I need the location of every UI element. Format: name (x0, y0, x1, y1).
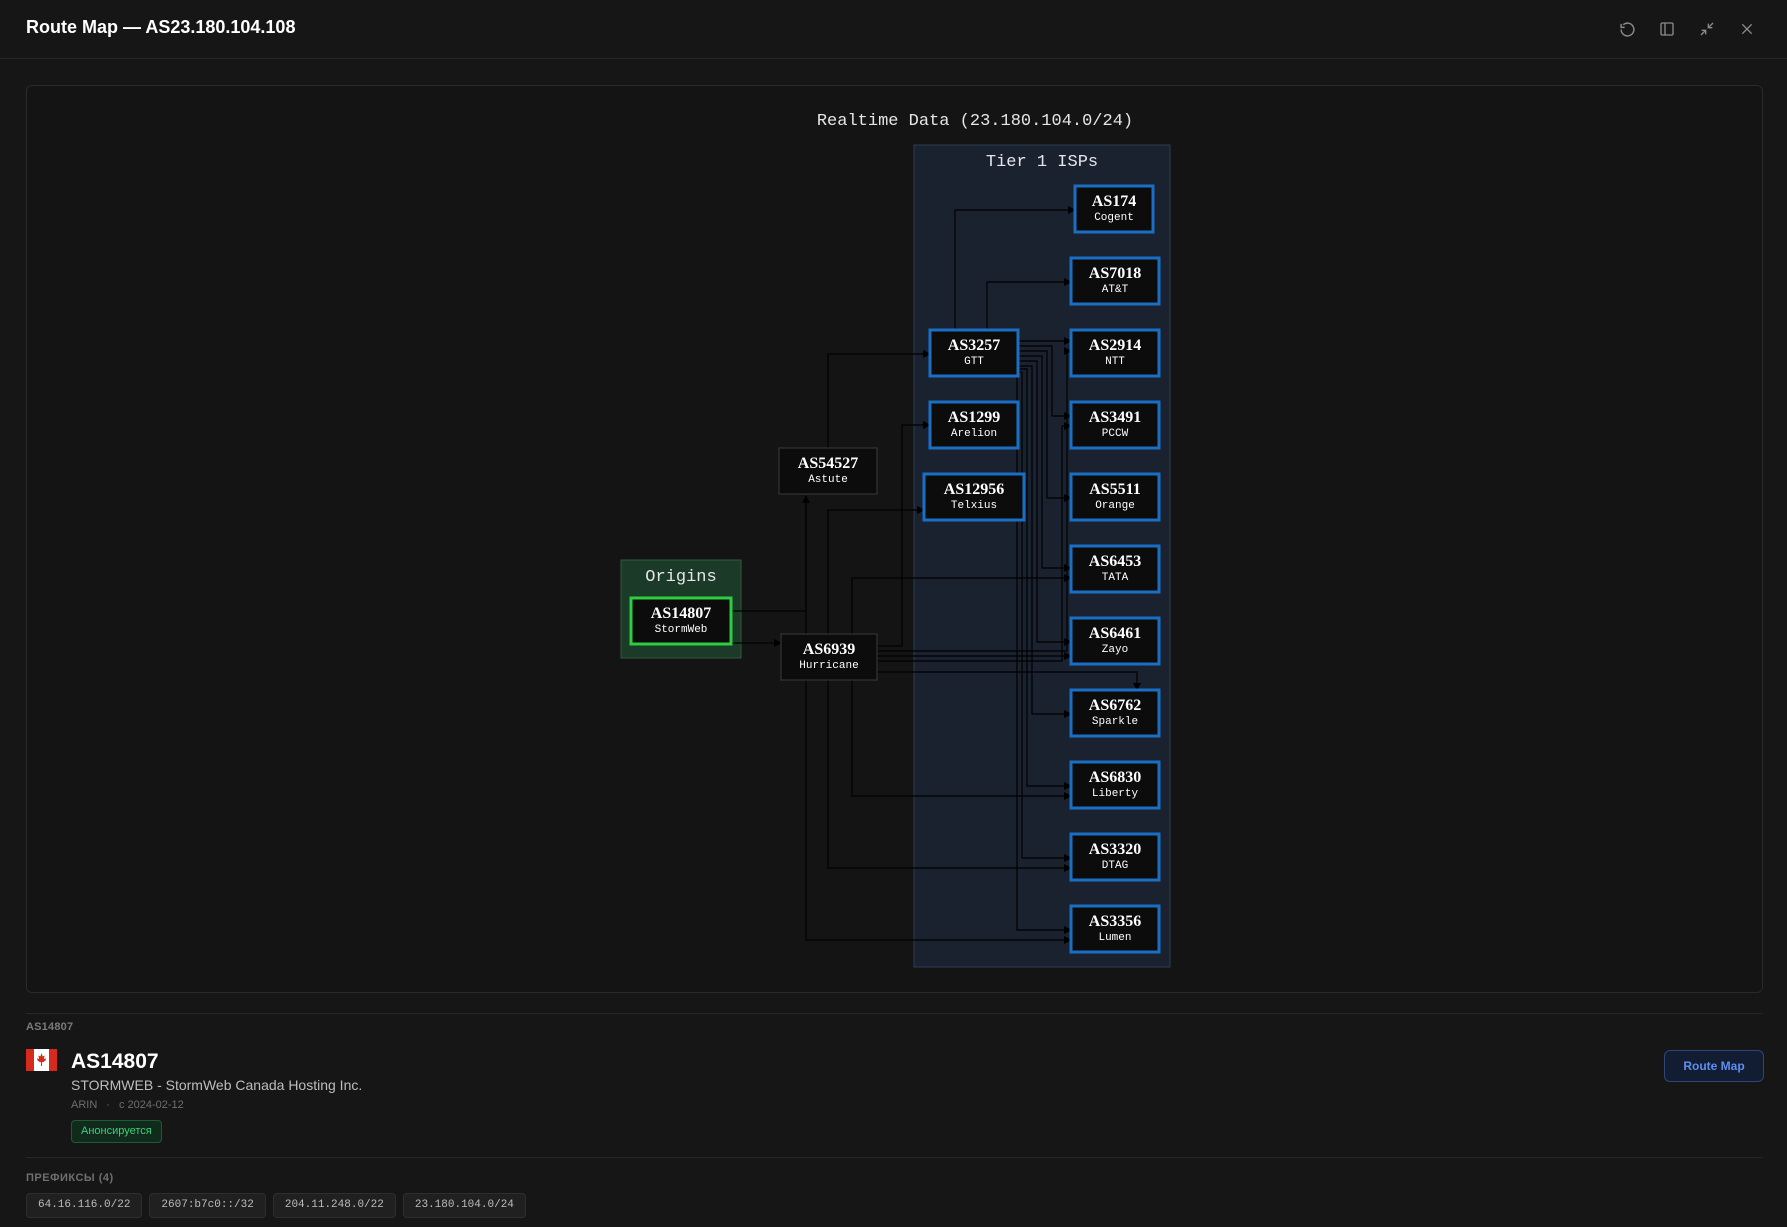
node-name: Arelion (951, 428, 997, 440)
cluster-tier1-label: Tier 1 ISPs (986, 153, 1098, 172)
split-view-icon (1660, 22, 1674, 36)
node-AS174[interactable]: AS174 Cogent (1073, 184, 1155, 234)
node-asn: AS7018 (1089, 265, 1141, 282)
node-asn: AS14807 (651, 605, 711, 622)
minimize-icon (1700, 22, 1714, 36)
node-asn: AS6762 (1089, 697, 1141, 714)
edge-AS14807-AS54527 (731, 495, 810, 612)
prefix-chip[interactable]: 2607:b7c0::/32 (149, 1193, 266, 1218)
prefix-chip[interactable]: 64.16.116.0/22 (26, 1193, 143, 1218)
title-bar: Route Map — AS23.180.104.108 (0, 0, 1787, 59)
node-asn: AS3320 (1089, 841, 1141, 858)
node-AS6939[interactable]: AS6939 Hurricane (780, 633, 878, 681)
prefix-chip[interactable]: 204.11.248.0/22 (272, 1193, 396, 1218)
node-name: GTT (964, 356, 984, 368)
node-asn: AS3491 (1089, 409, 1141, 426)
close-icon (1741, 23, 1753, 35)
since-date: с 2024-02-12 (118, 1099, 184, 1111)
node-name: AT&T (1102, 284, 1129, 296)
node-asn: AS6939 (803, 641, 855, 658)
node-name: TATA (1102, 572, 1129, 584)
details-section-label: AS14807 (26, 1021, 74, 1033)
node-AS6461[interactable]: AS6461 Zayo (1069, 616, 1161, 666)
node-name: PCCW (1102, 428, 1129, 440)
node-asn: AS3356 (1089, 913, 1141, 930)
prefixes-label: ПРЕФИКСЫ (4) (26, 1172, 114, 1184)
window-title: Route Map — AS23.180.104.108 (26, 17, 296, 37)
asn-title: AS14807 (71, 1050, 159, 1073)
route-graph: Realtime Data (23.180.104.0/24) Origins T… (620, 112, 1171, 968)
refresh-button[interactable] (1614, 16, 1640, 42)
node-AS6830[interactable]: AS6830 Liberty (1069, 760, 1161, 810)
node-AS1299[interactable]: AS1299 Arelion (928, 400, 1020, 450)
registry-meta: ARIN · с 2024-02-12 (71, 1099, 184, 1111)
node-asn: AS12956 (944, 481, 1004, 498)
route-graph-panel: Realtime Data (23.180.104.0/24) Origins T… (26, 85, 1763, 993)
node-asn: AS6453 (1089, 553, 1141, 570)
node-name: Astute (808, 474, 848, 486)
node-name: Sparkle (1092, 716, 1138, 728)
minimize-button[interactable] (1694, 16, 1720, 42)
prefix-list: 64.16.116.0/22 2607:b7c0::/32 204.11.248… (26, 1193, 526, 1218)
refresh-icon (1619, 21, 1635, 37)
node-asn: AS6830 (1089, 769, 1141, 786)
node-AS12956[interactable]: AS12956 Telxius (922, 472, 1026, 522)
node-asn: AS1299 (948, 409, 1000, 426)
prefix-chip[interactable]: 23.180.104.0/24 (402, 1193, 526, 1218)
divider (26, 1157, 1763, 1158)
canada-flag-icon (26, 1049, 57, 1071)
node-AS3356[interactable]: AS3356 Lumen (1069, 904, 1161, 954)
node-AS5511[interactable]: AS5511 Orange (1069, 472, 1161, 522)
route-map-button[interactable]: Route Map (1664, 1050, 1764, 1082)
status-badge: Анонсируется (71, 1120, 162, 1143)
node-asn: AS5511 (1089, 481, 1141, 498)
node-AS6762[interactable]: AS6762 Sparkle (1069, 688, 1161, 738)
cluster-origins-label: Origins (645, 568, 716, 587)
node-name: Telxius (951, 500, 997, 512)
node-AS2914[interactable]: AS2914 NTT (1069, 328, 1161, 378)
split-view-button[interactable] (1654, 16, 1680, 42)
node-AS14807[interactable]: AS14807 StormWeb (629, 596, 733, 646)
node-AS6453[interactable]: AS6453 TATA (1069, 544, 1161, 594)
organization-name: STORMWEB - StormWeb Canada Hosting Inc. (71, 1077, 363, 1093)
node-name: Lumen (1098, 932, 1131, 944)
node-asn: AS6461 (1089, 625, 1141, 642)
registry: ARIN (71, 1099, 98, 1111)
node-name: Zayo (1102, 644, 1128, 656)
node-name: StormWeb (655, 624, 708, 636)
edge-AS6939-AS12956 (827, 506, 925, 634)
node-name: NTT (1105, 356, 1125, 368)
node-asn: AS2914 (1089, 337, 1141, 354)
node-AS3491[interactable]: AS3491 PCCW (1069, 400, 1161, 450)
node-name: Liberty (1092, 788, 1139, 800)
node-asn: AS174 (1092, 193, 1136, 210)
divider (26, 1013, 1763, 1014)
node-AS3320[interactable]: AS3320 DTAG (1069, 832, 1161, 882)
node-asn: AS54527 (798, 455, 858, 472)
node-AS3257[interactable]: AS3257 GTT (928, 328, 1020, 378)
node-name: DTAG (1102, 860, 1128, 872)
node-name: Cogent (1094, 212, 1134, 224)
node-asn: AS3257 (948, 337, 1000, 354)
graph-title: Realtime Data (23.180.104.0/24) (817, 112, 1133, 131)
node-name: Hurricane (799, 660, 858, 672)
node-name: Orange (1095, 500, 1135, 512)
node-AS7018[interactable]: AS7018 AT&T (1069, 256, 1161, 306)
node-AS54527[interactable]: AS54527 Astute (778, 447, 878, 495)
close-button[interactable] (1734, 16, 1760, 42)
